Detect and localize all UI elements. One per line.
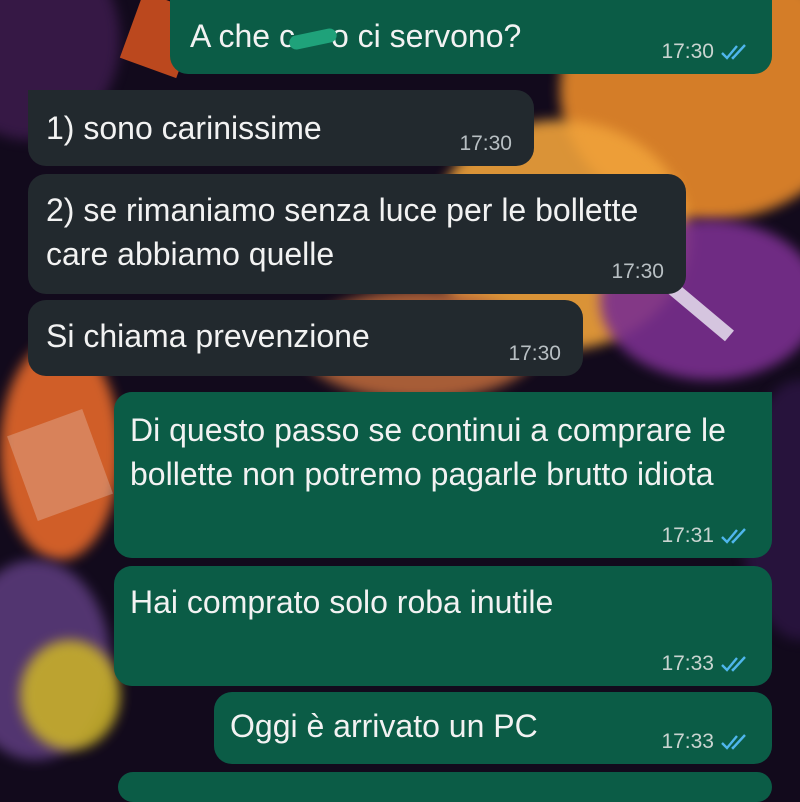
double-check-icon: [721, 528, 746, 544]
message-bubble-outgoing[interactable]: A che co ci servono? 17:30: [170, 0, 772, 74]
message-text: A che co ci servono?: [190, 18, 522, 54]
message-meta: 17:33: [661, 652, 750, 676]
message-text: Hai comprato solo roba inutile: [130, 584, 554, 620]
message-bubble-incoming[interactable]: 1) sono carinissime 17:30: [28, 90, 534, 166]
message-text: Si chiama prevenzione: [46, 318, 370, 354]
message-bubble-outgoing-partial[interactable]: [118, 772, 772, 802]
double-check-icon: [721, 734, 746, 750]
message-bubble-incoming[interactable]: 2) se rimaniamo senza luce per le bollet…: [28, 174, 686, 294]
message-text: 1) sono carinissime: [46, 110, 322, 146]
message-bubble-outgoing[interactable]: Oggi è arrivato un PC 17:33: [214, 692, 772, 764]
message-meta: 17:33: [661, 730, 750, 754]
message-text: Oggi è arrivato un PC: [230, 708, 538, 744]
message-meta: 17:30: [508, 342, 561, 366]
message-time: 17:30: [661, 40, 714, 63]
message-bubble-outgoing[interactable]: Hai comprato solo roba inutile 17:33: [114, 566, 772, 686]
message-time: 17:30: [611, 260, 664, 283]
message-time: 17:33: [661, 730, 714, 753]
message-meta: 17:30: [661, 40, 750, 64]
double-check-icon: [721, 44, 746, 60]
double-check-icon: [721, 656, 746, 672]
message-bubble-incoming[interactable]: Si chiama prevenzione 17:30: [28, 300, 583, 376]
chat-message-list[interactable]: A che co ci servono? 17:30 1) sono carin…: [0, 0, 800, 802]
message-text: 2) se rimaniamo senza luce per le bollet…: [46, 192, 639, 272]
message-meta: 17:31: [661, 524, 750, 548]
message-time: 17:33: [661, 652, 714, 675]
message-time: 17:31: [661, 524, 714, 547]
message-meta: 17:30: [611, 260, 664, 284]
message-time: 17:30: [508, 342, 561, 365]
message-time: 17:30: [459, 132, 512, 155]
message-meta: 17:30: [459, 132, 512, 156]
message-bubble-outgoing[interactable]: Di questo passo se continui a comprare l…: [114, 392, 772, 558]
message-text: Di questo passo se continui a comprare l…: [130, 412, 726, 492]
